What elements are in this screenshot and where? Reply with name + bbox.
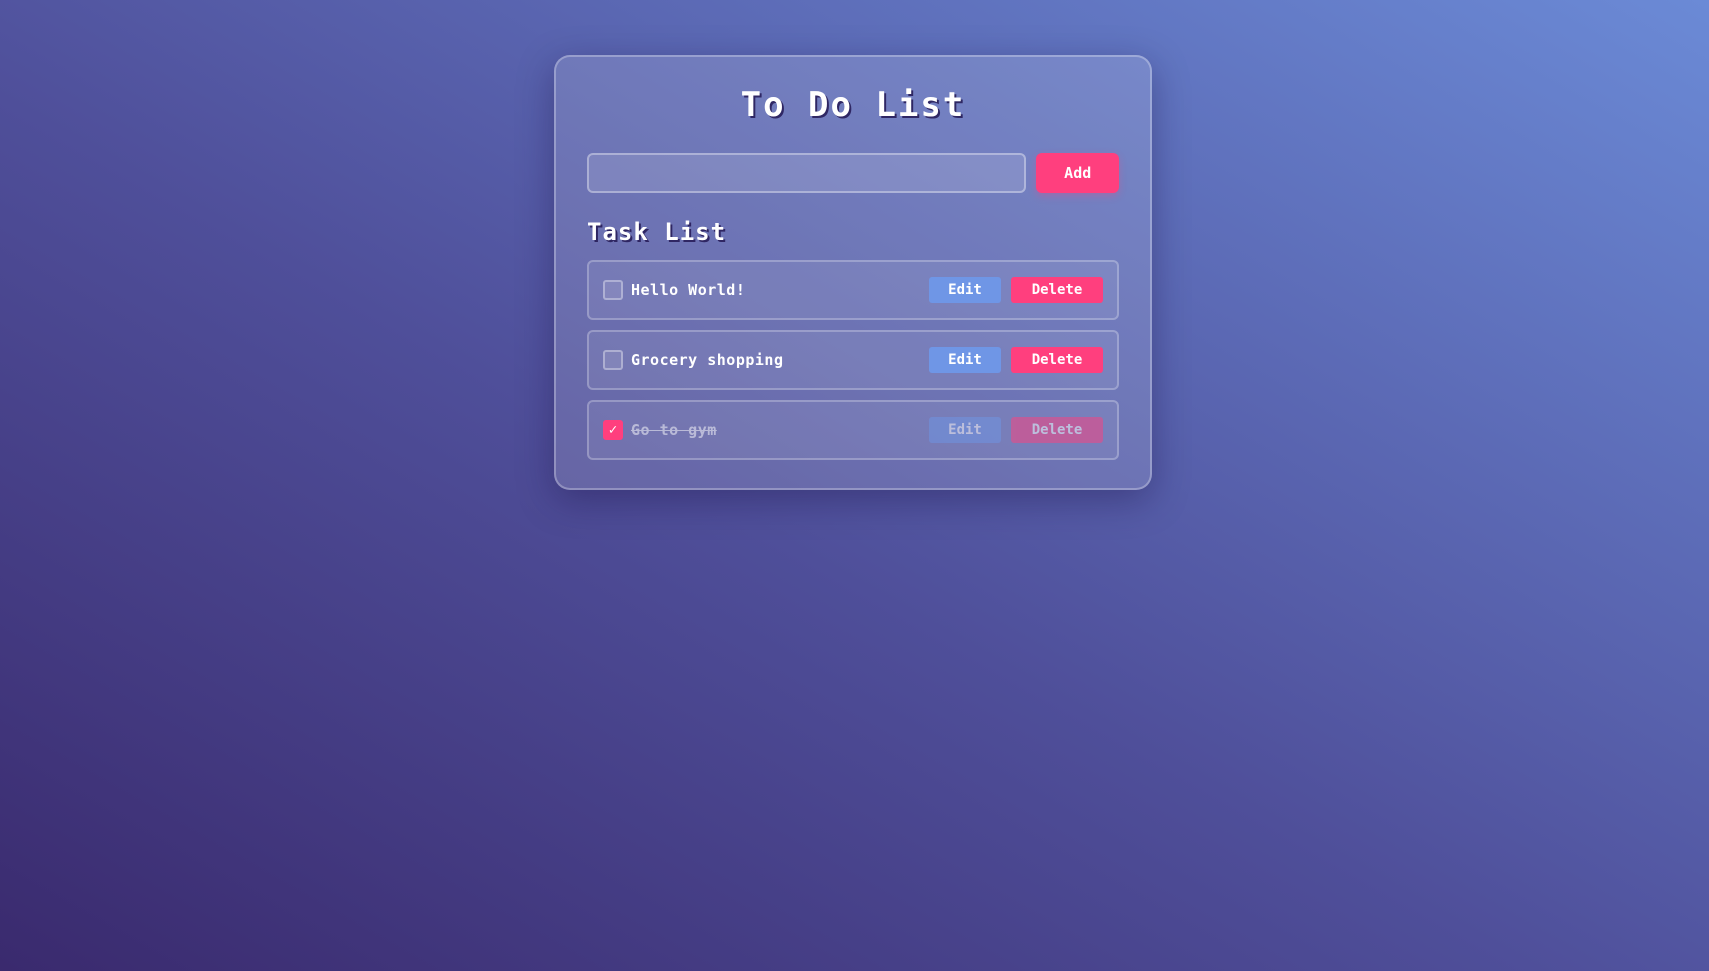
check-icon: ✓	[608, 422, 618, 438]
task-checkbox[interactable]	[603, 280, 623, 300]
edit-button[interactable]: Edit	[929, 417, 1001, 443]
edit-button[interactable]: Edit	[929, 347, 1001, 373]
add-button[interactable]: Add	[1036, 153, 1119, 193]
task-text: Grocery shopping	[631, 351, 784, 369]
task-list: Hello World! Edit Delete Grocery shoppin…	[587, 260, 1119, 460]
task-text: Go to gym	[631, 421, 717, 439]
delete-button[interactable]: Delete	[1011, 277, 1103, 303]
delete-button[interactable]: Delete	[1011, 417, 1103, 443]
delete-button[interactable]: Delete	[1011, 347, 1103, 373]
task-text: Hello World!	[631, 281, 746, 299]
task-checkbox-checked[interactable]: ✓	[603, 420, 623, 440]
task-item: Hello World! Edit Delete	[587, 260, 1119, 320]
task-item-completed: ✓ Go to gym Edit Delete	[587, 400, 1119, 460]
todo-card: To Do List Add Task List Hello World! Ed…	[554, 55, 1152, 490]
task-input[interactable]	[587, 153, 1027, 193]
task-item: Grocery shopping Edit Delete	[587, 330, 1119, 390]
edit-button[interactable]: Edit	[929, 277, 1001, 303]
add-task-form: Add	[587, 153, 1119, 193]
task-checkbox[interactable]	[603, 350, 623, 370]
page-title: To Do List	[740, 85, 966, 125]
task-list-heading: Task List	[587, 218, 727, 246]
